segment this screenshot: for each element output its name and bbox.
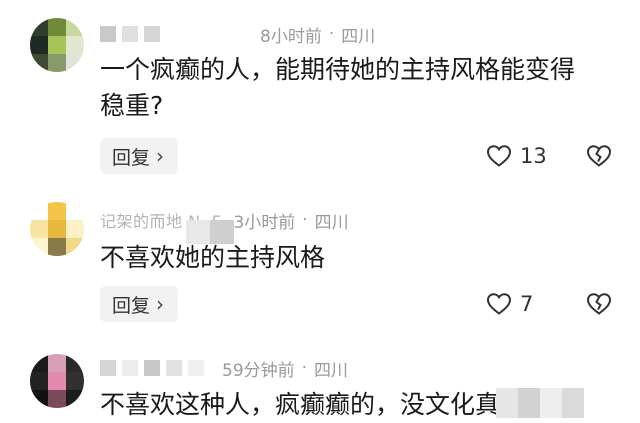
comment-item: 记架的而地 N··F 3小时前 · 四川 不喜欢她的主持风格 回复 › 7 <box>0 190 640 340</box>
reply-label: 回复 <box>112 146 151 169</box>
dislike-button[interactable] <box>586 289 612 319</box>
like-button[interactable]: 7 <box>486 289 533 319</box>
heart-outline-icon <box>486 145 512 167</box>
comment-location: 四川 <box>314 360 349 381</box>
chevron-right-icon: › <box>156 144 165 168</box>
comment-time: 59分钟前 <box>222 360 295 381</box>
avatar[interactable] <box>30 202 84 256</box>
meta-separator: · <box>328 24 335 44</box>
comment-text-line: 一个疯癫的人，能期待她的主持风格能变得 <box>100 55 576 84</box>
comment-meta: 59分钟前 · 四川 <box>100 356 349 381</box>
comment-item: 59分钟前 · 四川 不喜欢这种人，疯癫癫的，没文化真可怕 <box>0 340 640 419</box>
comment-location: 四川 <box>314 212 349 233</box>
like-count: 7 <box>520 292 534 316</box>
reply-button[interactable]: 回复 › <box>100 286 179 322</box>
comment-text: 一个疯癫的人，能期待她的主持风格能变得 稳重? <box>100 52 620 124</box>
avatar[interactable] <box>30 18 84 72</box>
heart-outline-icon <box>486 293 512 315</box>
meta-separator: · <box>302 210 308 230</box>
comment-location: 四川 <box>341 26 376 47</box>
dislike-button[interactable] <box>586 141 612 171</box>
username-redacted[interactable] <box>100 360 212 376</box>
username-redacted[interactable] <box>100 26 250 42</box>
meta-separator: · <box>301 358 308 378</box>
broken-heart-icon <box>586 293 612 315</box>
comment-text-line: 稳重? <box>100 91 164 120</box>
chevron-right-icon: › <box>156 292 165 316</box>
watermark-mosaic <box>496 388 584 418</box>
reply-button[interactable]: 回复 › <box>100 138 179 174</box>
comment-text: 不喜欢她的主持风格 <box>100 240 620 276</box>
comment-time: 8小时前 <box>260 26 322 47</box>
comment-meta: 8小时前 · 四川 <box>100 22 376 47</box>
comment-item: 8小时前 · 四川 一个疯癫的人，能期待她的主持风格能变得 稳重? 回复 › 1… <box>0 0 640 190</box>
like-button[interactable]: 13 <box>486 141 547 171</box>
like-count: 13 <box>520 144 547 168</box>
reply-label: 回复 <box>112 294 151 317</box>
comment-text-line: 不喜欢她的主持风格 <box>100 243 326 272</box>
avatar[interactable] <box>30 354 84 408</box>
broken-heart-icon <box>586 145 612 167</box>
comment-time: 3小时前 <box>233 212 296 233</box>
